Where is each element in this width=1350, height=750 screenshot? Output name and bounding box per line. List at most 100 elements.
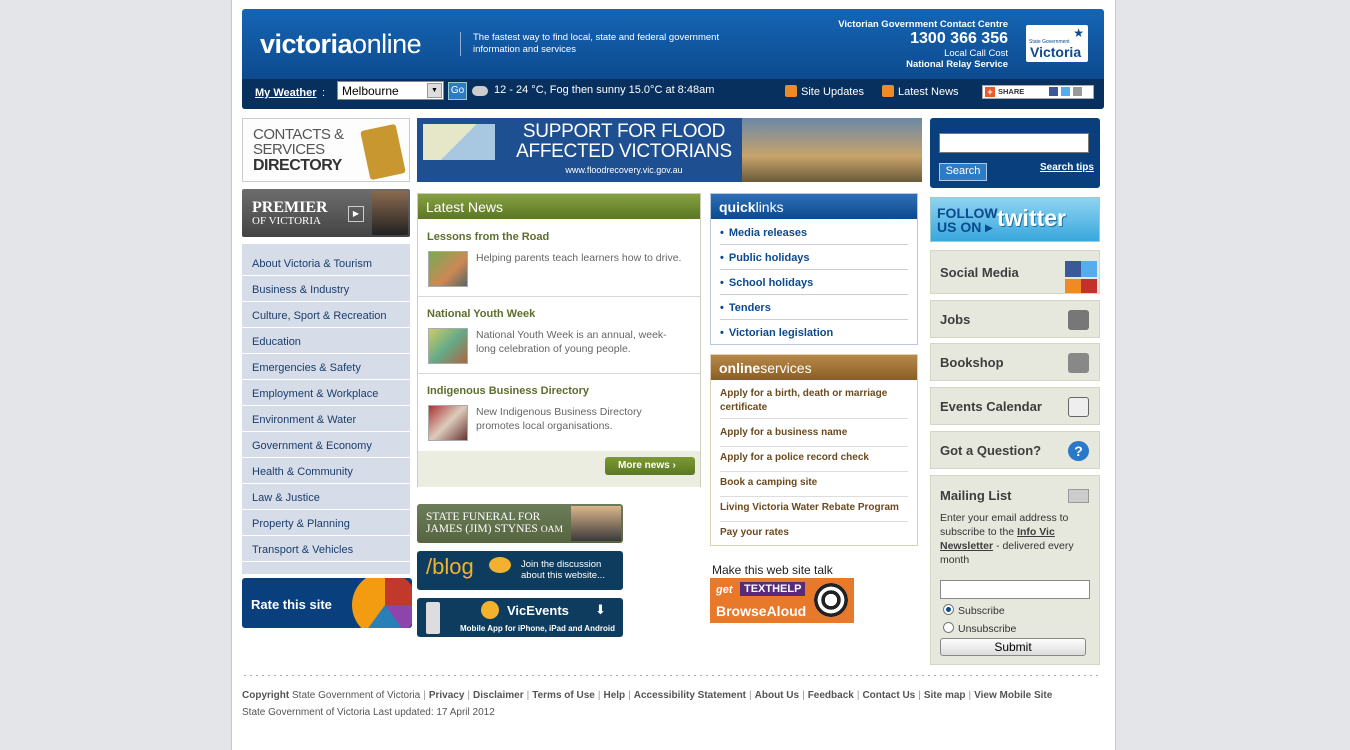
- victoria-government-logo[interactable]: ★ State Government Victoria: [1026, 25, 1088, 62]
- quicklink-item[interactable]: Public holidays: [720, 245, 908, 270]
- email-field[interactable]: [940, 580, 1090, 599]
- search-tips-link[interactable]: Search tips: [1040, 162, 1094, 173]
- mailing-list-title: Mailing List: [940, 488, 1012, 503]
- search-button[interactable]: Search: [939, 163, 987, 181]
- share-button[interactable]: + SHARE: [982, 85, 1094, 99]
- nav-item[interactable]: Health & Community: [242, 459, 410, 484]
- news-thumbnail[interactable]: [428, 251, 468, 287]
- question-icon: ?: [1068, 441, 1089, 461]
- twitter-icon[interactable]: [1081, 261, 1097, 277]
- weather-go-button[interactable]: Go: [448, 82, 467, 100]
- news-title[interactable]: Indigenous Business Directory: [427, 385, 589, 397]
- nav-item[interactable]: About Victoria & Tourism: [242, 251, 410, 276]
- facebook-icon[interactable]: [1065, 261, 1081, 277]
- state-funeral-banner[interactable]: STATE FUNERAL FOR JAMES (JIM) STYNES OAM: [417, 504, 623, 543]
- search-input[interactable]: [939, 133, 1089, 153]
- footer-link-contact[interactable]: Contact Us: [862, 690, 915, 701]
- news-title[interactable]: Lessons from the Road: [427, 231, 549, 243]
- nav-item[interactable]: Environment & Water: [242, 407, 410, 432]
- events-calendar-box[interactable]: Events Calendar: [930, 387, 1100, 425]
- contact-centre: Victorian Government Contact Centre 1300…: [838, 19, 1008, 70]
- nav-item[interactable]: Employment & Workplace: [242, 381, 410, 406]
- online-service-item[interactable]: Living Victoria Water Rebate Program: [720, 497, 908, 522]
- directory-book-icon: [360, 123, 406, 181]
- rss-icon: [882, 85, 894, 97]
- nav-item[interactable]: Emergencies & Safety: [242, 355, 410, 380]
- logo-light-text: online: [352, 29, 422, 59]
- site-logo[interactable]: victoriaonline: [260, 29, 422, 60]
- latest-news-label: Latest News: [898, 86, 959, 98]
- premier-banner[interactable]: PREMIER OF VICTORIA ▶: [242, 189, 410, 237]
- youtube-icon[interactable]: [1081, 279, 1097, 293]
- footer-link-privacy[interactable]: Privacy: [429, 690, 465, 701]
- nav-item[interactable]: Business & Industry: [242, 277, 410, 302]
- blog-banner[interactable]: /blog Join the discussion about this webs…: [417, 551, 623, 590]
- more-news-button[interactable]: More news ›: [605, 457, 695, 475]
- social-media-box[interactable]: Social Media: [930, 250, 1100, 294]
- rss-icon: [785, 85, 797, 97]
- footer-link-feedback[interactable]: Feedback: [808, 690, 854, 701]
- star-icon: ★: [1073, 26, 1084, 40]
- site-updates-link[interactable]: Site Updates: [785, 85, 864, 98]
- flood-support-banner[interactable]: SUPPORT FOR FLOOD AFFECTED VICTORIANS www…: [417, 118, 922, 182]
- browsealoud-banner[interactable]: get TEXTHELP BrowseAloud: [710, 578, 854, 623]
- nav-item[interactable]: Culture, Sport & Recreation: [242, 303, 410, 328]
- quicklink-item[interactable]: Tenders: [720, 295, 908, 320]
- my-weather-link[interactable]: My Weather: [255, 87, 317, 99]
- footer-link-disclaimer[interactable]: Disclaimer: [473, 690, 524, 701]
- nav-item[interactable]: Property & Planning: [242, 511, 410, 536]
- premier-photo: [372, 191, 408, 235]
- online-service-item[interactable]: Apply for a police record check: [720, 447, 908, 472]
- chevron-down-icon[interactable]: ▼: [427, 83, 442, 98]
- news-article: Indigenous Business Directory New Indige…: [418, 374, 700, 451]
- contact-note: Local Call Cost: [944, 48, 1008, 59]
- follow-twitter-banner[interactable]: FOLLOW US ON ▸ twitter: [930, 197, 1100, 242]
- facebook-icon: [1049, 87, 1058, 96]
- latest-news-heading: Latest News: [418, 194, 700, 219]
- copyright-label: Copyright: [242, 690, 290, 701]
- footer-link-accessibility[interactable]: Accessibility Statement: [634, 690, 746, 701]
- subscribe-radio[interactable]: [943, 604, 954, 615]
- rss-icon[interactable]: [1065, 279, 1081, 293]
- contacts-directory-banner[interactable]: CONTACTS & SERVICES DIRECTORY: [242, 118, 410, 182]
- online-service-item[interactable]: Pay your rates: [720, 522, 908, 544]
- nav-item[interactable]: Education: [242, 329, 410, 354]
- jobs-box[interactable]: Jobs: [930, 300, 1100, 338]
- quicklink-item[interactable]: School holidays: [720, 270, 908, 295]
- vicevents-banner[interactable]: VicEvents ⬇ Mobile App for iPhone, iPad …: [417, 598, 623, 637]
- online-service-item[interactable]: Book a camping site: [720, 472, 908, 497]
- quicklink-item[interactable]: Media releases: [720, 220, 908, 245]
- banner-triangle-graphic: [423, 124, 495, 160]
- quicklinks-heading: quicklinks: [711, 194, 917, 219]
- footer-link-about[interactable]: About Us: [755, 690, 799, 701]
- news-desc: New Indigenous Business Directory promot…: [476, 406, 642, 432]
- latest-news-link[interactable]: Latest News: [882, 85, 959, 98]
- online-service-item[interactable]: Apply for a birth, death or marriage cer…: [720, 383, 908, 419]
- online-service-item[interactable]: Apply for a business name: [720, 422, 908, 447]
- news-title[interactable]: National Youth Week: [427, 308, 535, 320]
- nav-item[interactable]: Transport & Vehicles: [242, 537, 410, 562]
- rate-this-site-banner[interactable]: Rate this site: [242, 578, 412, 628]
- nav-item[interactable]: Government & Economy: [242, 433, 410, 458]
- bookshop-label: Bookshop: [940, 355, 1004, 370]
- footer-link-terms[interactable]: Terms of Use: [532, 690, 595, 701]
- news-thumbnail[interactable]: [428, 405, 468, 441]
- nav-item[interactable]: Law & Justice: [242, 485, 410, 510]
- unsubscribe-radio[interactable]: [943, 622, 954, 633]
- submit-button[interactable]: Submit: [940, 638, 1086, 656]
- city-select[interactable]: Melbourne ▼: [337, 81, 444, 100]
- pie-chart-icon: [352, 578, 412, 628]
- email-icon: [1073, 87, 1082, 96]
- footer-link-help[interactable]: Help: [603, 690, 625, 701]
- got-a-question-box[interactable]: Got a Question? ?: [930, 431, 1100, 469]
- site-updates-label: Site Updates: [801, 86, 864, 98]
- footer-link-mobile[interactable]: View Mobile Site: [974, 690, 1052, 701]
- quicklink-item[interactable]: Victorian legislation: [720, 320, 908, 345]
- bookshop-box[interactable]: Bookshop: [930, 343, 1100, 381]
- footer-link-sitemap[interactable]: Site map: [924, 690, 966, 701]
- search-box: Search Search tips: [930, 118, 1100, 188]
- contact-phone: 1300 366 356: [910, 30, 1008, 47]
- banner-url: www.floodrecovery.vic.gov.au: [565, 165, 683, 175]
- news-thumbnail[interactable]: [428, 328, 468, 364]
- copyright-text: State Government of Victoria: [292, 690, 421, 701]
